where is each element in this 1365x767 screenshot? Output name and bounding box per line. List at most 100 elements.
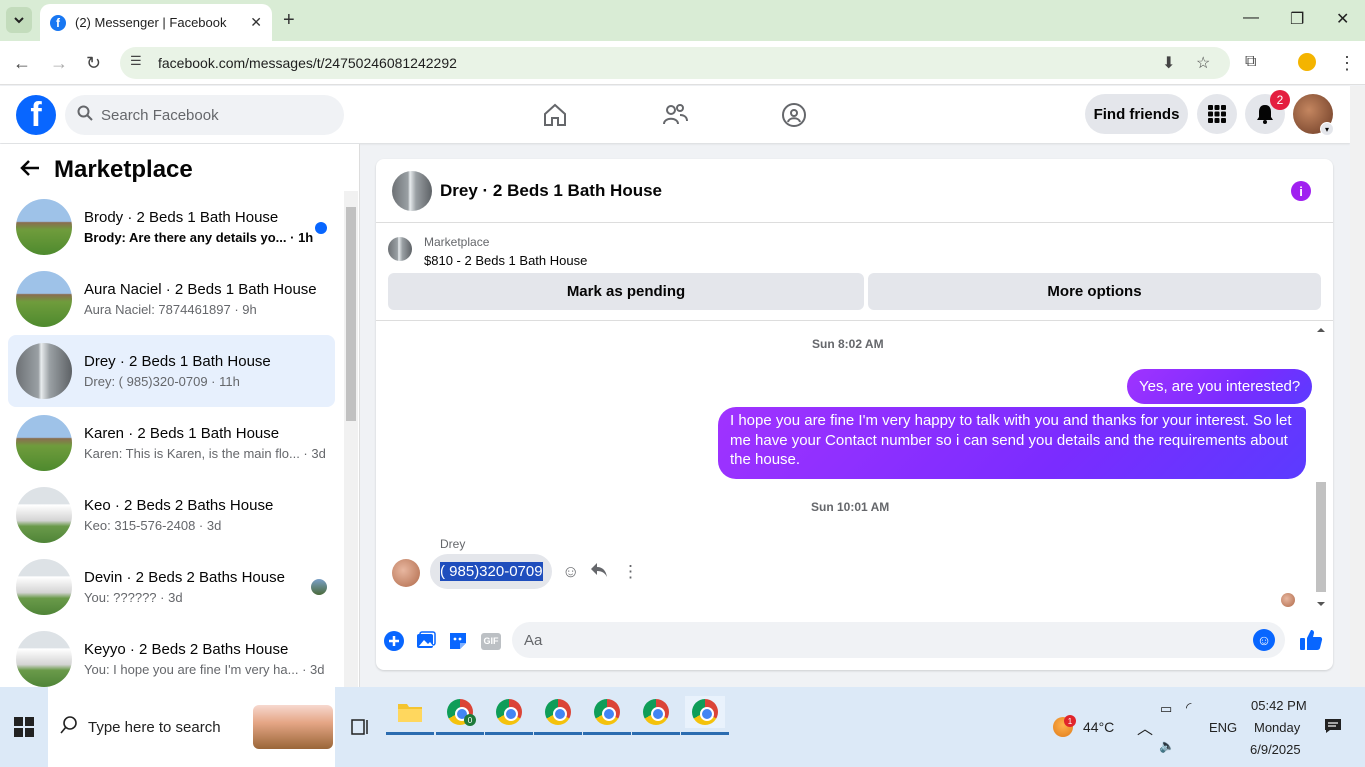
scroll-down-arrow-icon[interactable]: [1314, 598, 1328, 610]
gif-icon[interactable]: GIF: [479, 630, 503, 652]
forward-button[interactable]: →: [50, 53, 68, 74]
groups-icon[interactable]: [779, 100, 809, 130]
tab-messenger[interactable]: f (2) Messenger | Facebook ✕: [40, 4, 272, 41]
unread-dot: [315, 222, 327, 234]
marketplace-conversations-panel: Marketplace Brody · 2 Beds 1 Bath House …: [0, 144, 360, 687]
message-input[interactable]: [524, 631, 1224, 649]
conversation-item[interactable]: Brody · 2 Beds 1 Bath House Brody: Are t…: [8, 191, 335, 263]
account-chevron-icon[interactable]: ▾: [1320, 122, 1334, 136]
taskbar-search-box[interactable]: Type here to search: [48, 687, 335, 767]
message-input-box[interactable]: ☺: [512, 622, 1285, 658]
close-window-button[interactable]: ✕: [1336, 9, 1349, 29]
chat-scrollbar[interactable]: [1314, 322, 1328, 610]
tab-close-icon[interactable]: ✕: [250, 14, 262, 31]
thumbs-up-icon[interactable]: [1298, 627, 1324, 653]
outgoing-message[interactable]: Yes, are you interested?: [1127, 369, 1313, 404]
facebook-search-box[interactable]: [65, 95, 344, 135]
selected-phone-number[interactable]: ( 985)320-0709: [440, 562, 543, 581]
temperature[interactable]: 44°C: [1083, 719, 1114, 735]
restore-button[interactable]: ❐: [1290, 9, 1304, 29]
conversation-item[interactable]: Karen · 2 Beds 1 Bath House Karen: This …: [8, 407, 335, 479]
back-button[interactable]: ←: [13, 53, 31, 74]
profile-extension-icon[interactable]: [1298, 53, 1316, 71]
omnibox[interactable]: ☰ facebook.com/messages/t/24750246081242…: [120, 47, 1230, 79]
chat-title[interactable]: Drey · 2 Beds 1 Bath House: [440, 181, 662, 201]
battery-icon[interactable]: ▭: [1160, 701, 1172, 717]
conversation-preview: Keo: 315-576-2408 · 3d: [84, 518, 222, 533]
sender-avatar[interactable]: [392, 559, 420, 587]
conversation-name: Aura Naciel · 2 Beds 1 Bath House: [84, 281, 317, 298]
listing-info[interactable]: Marketplace $810 - 2 Beds 1 Bath House: [388, 235, 587, 268]
incoming-message[interactable]: ( 985)320-0709: [430, 554, 552, 589]
url-text[interactable]: facebook.com/messages/t/2475024608124229…: [158, 55, 457, 71]
conversation-item[interactable]: Keyyo · 2 Beds 2 Baths House You: I hope…: [8, 623, 335, 687]
add-attachment-icon[interactable]: [383, 630, 405, 652]
minimize-button[interactable]: —: [1243, 9, 1259, 27]
listing-thumbnail: [16, 199, 72, 255]
mark-as-pending-button[interactable]: Mark as pending: [388, 273, 864, 310]
back-arrow-icon[interactable]: [20, 157, 40, 183]
chrome-icon[interactable]: [632, 696, 680, 735]
chrome-icon[interactable]: [485, 696, 533, 735]
file-explorer-icon[interactable]: [386, 696, 434, 735]
sticker-icon[interactable]: [447, 630, 469, 652]
menu-grid-icon[interactable]: [1197, 94, 1237, 134]
chevron-down-icon: [14, 17, 24, 24]
scroll-up-arrow-icon[interactable]: [1314, 324, 1328, 336]
chat-avatar[interactable]: [392, 170, 432, 211]
conversation-list-scrollbar[interactable]: [344, 191, 358, 687]
volume-icon[interactable]: 🔈: [1159, 738, 1175, 754]
scrollbar-thumb[interactable]: [1316, 482, 1326, 592]
running-indicator: [485, 732, 533, 735]
notification-center-icon[interactable]: [1324, 718, 1342, 737]
more-options-button[interactable]: More options: [868, 273, 1321, 310]
friends-icon[interactable]: [660, 100, 690, 130]
page-scrollbar[interactable]: [1350, 86, 1365, 687]
tab-search-dropdown[interactable]: [6, 7, 32, 33]
conversation-item[interactable]: Keo · 2 Beds 2 Baths House Keo: 315-576-…: [8, 479, 335, 551]
weather-badge: 1: [1064, 715, 1076, 727]
find-friends-button[interactable]: Find friends: [1085, 94, 1188, 134]
facebook-search-input[interactable]: [101, 106, 321, 124]
facebook-logo-icon[interactable]: f: [16, 95, 56, 135]
chrome-icon[interactable]: 0: [436, 696, 484, 735]
conversation-info-icon[interactable]: i: [1291, 181, 1311, 201]
site-info-icon[interactable]: ☰: [130, 53, 150, 73]
bookmark-star-icon[interactable]: ☆: [1196, 53, 1210, 73]
show-hidden-icons-chevron-icon[interactable]: ︿: [1137, 715, 1153, 739]
windows-start-icon[interactable]: [14, 717, 34, 742]
divider: [376, 320, 1333, 321]
conversation-list: Brody · 2 Beds 1 Bath House Brody: Are t…: [8, 191, 335, 687]
home-icon[interactable]: [540, 100, 570, 130]
outgoing-message[interactable]: I hope you are fine I'm very happy to ta…: [718, 407, 1306, 479]
clock-day[interactable]: Monday: [1254, 720, 1300, 735]
react-emoji-icon[interactable]: ☺: [562, 562, 579, 582]
conversation-item-active[interactable]: Drey · 2 Beds 1 Bath House Drey: ( 985)3…: [8, 335, 335, 407]
chrome-logo: [594, 699, 620, 725]
running-indicator: [632, 732, 680, 735]
new-tab-button[interactable]: +: [283, 9, 295, 32]
photo-icon[interactable]: [415, 630, 437, 652]
more-actions-icon[interactable]: ⋮: [622, 562, 639, 582]
clock-date[interactable]: 6/9/2025: [1250, 742, 1301, 757]
task-view-icon[interactable]: [340, 711, 380, 743]
install-app-icon[interactable]: ⬇: [1162, 53, 1175, 73]
conversation-item[interactable]: Devin · 2 Beds 2 Baths House You: ??????…: [8, 551, 335, 623]
language-indicator[interactable]: ENG: [1209, 720, 1237, 735]
wifi-icon[interactable]: ◜: [1186, 699, 1191, 716]
chrome-icon[interactable]: [583, 696, 631, 735]
marketplace-label: Marketplace: [424, 235, 490, 249]
clock-time[interactable]: 05:42 PM: [1251, 698, 1307, 713]
chrome-icon-active[interactable]: [681, 696, 729, 735]
browser-menu-icon[interactable]: ⋮: [1338, 53, 1356, 74]
conversation-item[interactable]: Aura Naciel · 2 Beds 1 Bath House Aura N…: [8, 263, 335, 335]
running-indicator: [386, 732, 434, 735]
reload-button[interactable]: ↻: [86, 53, 101, 74]
chat-header: Drey · 2 Beds 1 Bath House: [376, 159, 1333, 223]
scrollbar-thumb[interactable]: [346, 207, 356, 421]
emoji-picker-icon[interactable]: ☺: [1253, 629, 1275, 651]
chrome-icon[interactable]: [534, 696, 582, 735]
extensions-icon[interactable]: ⧉: [1245, 53, 1256, 71]
taskbar-search-placeholder: Type here to search: [88, 718, 221, 736]
reply-icon[interactable]: [590, 562, 608, 583]
